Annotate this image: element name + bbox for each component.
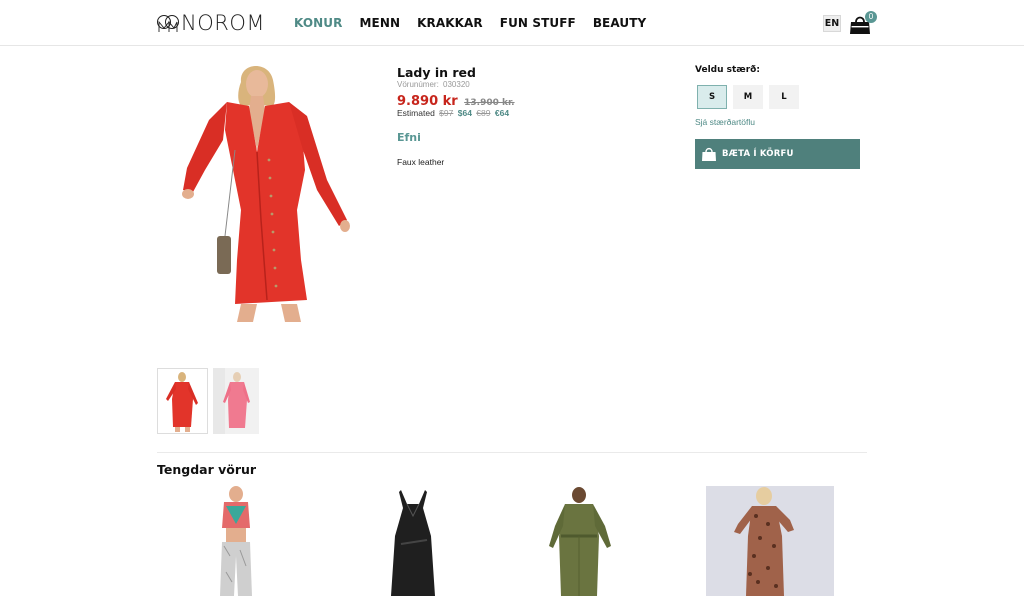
current-price: 9.890 kr <box>397 94 458 109</box>
related-product-4[interactable] <box>706 486 834 596</box>
cart-button[interactable]: 0 <box>849 11 877 36</box>
estimated-price-row: Estimated $97 $64 €89 €64 <box>397 108 509 118</box>
section-divider <box>157 452 867 453</box>
material-text: Faux leather <box>397 157 445 167</box>
logo-mark-icon <box>157 15 179 32</box>
old-price: 13.900 kr. <box>464 98 515 108</box>
size-option-s[interactable]: S <box>697 85 727 109</box>
site-header: NOROM KONUR MENN KRAKKAR FUN STUFF BEAUT… <box>0 0 1024 46</box>
cart-count-badge: 0 <box>865 11 877 23</box>
sku-label: Vörunúmer: <box>397 80 439 89</box>
thumbnail-2[interactable] <box>213 368 264 434</box>
shopping-bag-icon <box>702 147 716 161</box>
size-chart-link[interactable]: Sjá stærðartöflu <box>695 117 755 127</box>
nav-krakkar[interactable]: KRAKKAR <box>417 16 483 30</box>
logo-text: NOROM <box>181 11 265 35</box>
main-nav: KONUR MENN KRAKKAR FUN STUFF BEAUTY <box>294 16 663 30</box>
related-products-title: Tengdar vörur <box>157 462 257 477</box>
estimated-label: Estimated <box>397 108 435 118</box>
logo[interactable]: NOROM <box>157 12 265 34</box>
product-sku: Vörunúmer: 030320 <box>397 80 470 89</box>
language-switch[interactable]: EN <box>823 15 841 32</box>
add-to-cart-label: BÆTA Í KÖRFU <box>722 149 794 159</box>
nav-menn[interactable]: MENN <box>360 16 401 30</box>
estimated-old-usd: $97 <box>439 108 454 118</box>
estimated-eur: €64 <box>494 108 510 118</box>
nav-konur[interactable]: KONUR <box>294 16 343 30</box>
size-label: Veldu stærð: <box>695 65 760 75</box>
estimated-old-eur: €89 <box>476 108 491 118</box>
related-product-1[interactable] <box>190 486 318 596</box>
related-product-2[interactable] <box>349 486 477 596</box>
related-product-3[interactable] <box>515 486 643 596</box>
size-option-m[interactable]: M <box>733 85 763 109</box>
nav-beauty[interactable]: BEAUTY <box>593 16 646 30</box>
add-to-cart-button[interactable]: BÆTA Í KÖRFU <box>695 139 860 169</box>
size-options: S M L <box>697 85 805 109</box>
nav-fun-stuff[interactable]: FUN STUFF <box>500 16 576 30</box>
thumbnail-1[interactable] <box>157 368 208 434</box>
material-heading: Efni <box>397 131 421 144</box>
size-option-l[interactable]: L <box>769 85 799 109</box>
product-title: Lady in red <box>397 65 476 80</box>
estimated-usd: $64 <box>457 108 472 118</box>
sku-value: 030320 <box>443 80 470 89</box>
product-main-image[interactable] <box>157 60 373 326</box>
